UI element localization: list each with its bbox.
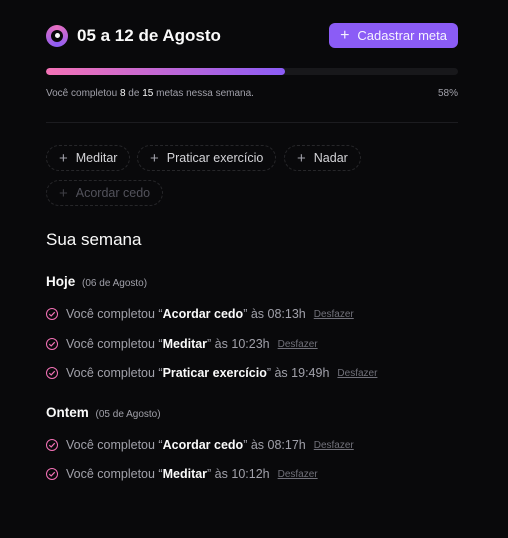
- plus-icon: +: [150, 149, 159, 167]
- week-summary-title: Sua semana: [46, 230, 142, 249]
- progress-bar-fill: [46, 68, 285, 75]
- progress-summary: Você completou 8 de 15 metas nessa seman…: [46, 88, 254, 99]
- page-title: 05 a 12 de Agosto: [77, 25, 221, 45]
- list-item: Você completou “Acordar cedo” às 08:17h …: [46, 438, 354, 452]
- list-item: Você completou “Meditar” às 10:23h Desfa…: [46, 337, 318, 351]
- goal-chip-nadar[interactable]: + Nadar: [284, 145, 361, 171]
- day-heading-today: Hoje (06 de Agosto): [46, 274, 148, 289]
- check-circle-icon: [46, 338, 58, 350]
- list-item: Você completou “Acordar cedo” às 08:13h …: [46, 307, 354, 321]
- plus-icon: +: [59, 184, 68, 202]
- check-circle-icon: [46, 439, 58, 451]
- check-circle-icon: [46, 468, 58, 480]
- plus-icon: +: [340, 26, 350, 44]
- goal-chip-meditar[interactable]: + Meditar: [46, 145, 131, 171]
- goal-chip-acordar-cedo: + Acordar cedo: [46, 180, 164, 206]
- goal-chip-praticar-exercicio[interactable]: + Praticar exercício: [137, 145, 277, 171]
- add-goal-button-label: Cadastrar meta: [357, 28, 447, 43]
- list-item: Você completou “Meditar” às 10:12h Desfa…: [46, 467, 318, 481]
- check-circle-icon: [46, 367, 58, 379]
- progress-bar: [46, 68, 458, 75]
- progress-percent: 58%: [437, 88, 458, 99]
- divider: [46, 122, 458, 123]
- completed-count: 8: [119, 88, 126, 99]
- undo-link[interactable]: Desfazer: [337, 368, 377, 379]
- undo-link[interactable]: Desfazer: [314, 440, 354, 451]
- undo-link[interactable]: Desfazer: [278, 339, 318, 350]
- header: 05 a 12 de Agosto + Cadastrar meta: [46, 23, 458, 48]
- plus-icon: +: [297, 149, 306, 167]
- plus-icon: +: [59, 149, 68, 167]
- list-item: Você completou “Praticar exercício” às 1…: [46, 366, 377, 380]
- check-circle-icon: [46, 308, 58, 320]
- undo-link[interactable]: Desfazer: [314, 309, 354, 320]
- day-heading-yesterday: Ontem (05 de Agosto): [46, 405, 161, 420]
- add-goal-button[interactable]: + Cadastrar meta: [329, 23, 458, 48]
- total-count: 15: [142, 88, 154, 99]
- target-logo-icon: [46, 24, 68, 47]
- undo-link[interactable]: Desfazer: [278, 469, 318, 480]
